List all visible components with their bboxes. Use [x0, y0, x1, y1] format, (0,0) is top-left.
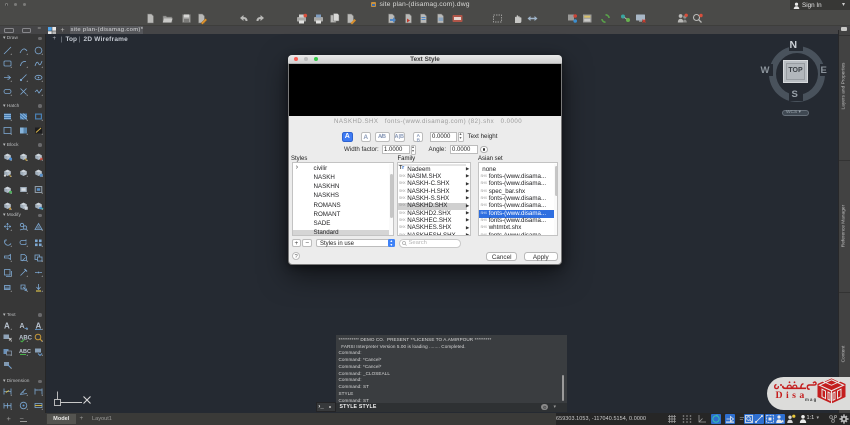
svg-text:A: A — [19, 323, 24, 330]
svg-text:B: B — [416, 137, 420, 142]
svg-text:A: A — [4, 321, 10, 330]
